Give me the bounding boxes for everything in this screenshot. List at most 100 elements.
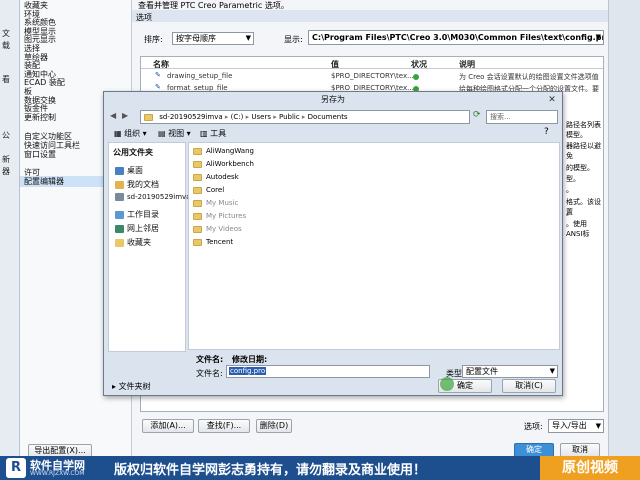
places-pane: 公用文件夹 桌面 我的文档 sd-20190529imva 工作目录 网上邻居 … — [108, 142, 190, 352]
pencil-icon: ✎ — [155, 83, 161, 91]
desc-fragment: 模型。 — [566, 131, 587, 139]
working-dir-icon — [115, 210, 124, 219]
add-button[interactable]: 添加(A)... — [142, 419, 194, 433]
network-icon — [115, 224, 124, 233]
desc-fragment: 。使用ANSI标 — [566, 220, 590, 238]
original-badge: 原创视频 — [540, 456, 640, 480]
desktop-icon — [115, 166, 124, 175]
pencil-icon: ✎ — [155, 71, 161, 79]
watermark-banner: R 软件自学网 WWW.RJZXW.COM 版权归软件自学网彭志勇持有，请勿翻录… — [0, 456, 640, 480]
list-item[interactable]: My Music — [193, 199, 238, 207]
back-icon[interactable]: ◀ — [110, 111, 116, 120]
strip-label: 公 — [2, 131, 10, 140]
place-item[interactable]: 我的文档 — [115, 179, 159, 190]
filename-column-label: 文件名: — [196, 355, 224, 364]
folder-icon — [193, 160, 202, 168]
section-label: 选项 — [136, 13, 152, 22]
computer-icon — [115, 193, 124, 201]
save-as-dialog: 另存为 ✕ ◀ ▶ sd-20190529imva ▸ (C:) ▸ Users… — [103, 91, 563, 396]
breadcrumb-item[interactable]: Users — [251, 113, 271, 121]
folder-icon — [193, 225, 202, 233]
desc-fragment: 。 — [566, 186, 573, 194]
nav-item[interactable]: 窗口设置 — [24, 149, 56, 160]
left-toolbar-strip: 文 载 看 公 新 器 — [0, 0, 20, 456]
file-list: AliWangWang AliWorkbench Autodesk Corel … — [188, 142, 560, 350]
desc-fragment: 器路径以避免 — [566, 142, 601, 160]
place-item[interactable]: sd-20190529imva — [115, 193, 190, 201]
dialog-bottom-bar: 文件名: 修改日期: 文件名: config.pro 类型 配置文件 ▼ ▸ 文件… — [104, 354, 562, 396]
desc-fragment: 型。 — [566, 175, 580, 183]
sort-dropdown[interactable]: 按字母顺序 ▼ — [172, 32, 254, 45]
cursor-highlight — [440, 377, 454, 391]
folder-tree-toggle[interactable]: ▸ 文件夹树 — [112, 381, 151, 392]
find-button[interactable]: 查找(F)... — [198, 419, 250, 433]
desc-fragment: 。 — [566, 209, 573, 217]
type-dropdown[interactable]: 配置文件 ▼ — [462, 365, 558, 378]
logo-icon: R — [6, 458, 26, 478]
chevron-down-icon: ▼ — [595, 33, 601, 41]
place-item[interactable]: 桌面 — [115, 165, 143, 176]
breadcrumb-item[interactable]: Documents — [308, 113, 348, 121]
list-item[interactable]: My Pictures — [193, 212, 246, 220]
dialog-cancel-button[interactable]: 取消(C) — [502, 379, 556, 393]
folder-icon — [144, 113, 153, 121]
tools-menu[interactable]: ▥ 工具 — [200, 128, 226, 139]
list-item[interactable]: My Videos — [193, 225, 242, 233]
dialog-title: 另存为 — [321, 95, 345, 104]
list-item[interactable]: Tencent — [193, 238, 233, 246]
filename-input[interactable]: config.pro — [226, 365, 430, 378]
list-item[interactable]: Autodesk — [193, 173, 239, 181]
chevron-down-icon: ▼ — [245, 34, 251, 42]
folder-icon — [193, 147, 202, 155]
table-row[interactable]: ✎ drawing_setup_file $PRO_DIRECTORY\tex.… — [141, 71, 603, 83]
delete-button[interactable]: 删除(D) — [256, 419, 292, 433]
sort-label: 排序: — [144, 35, 163, 44]
show-label: 显示: — [284, 35, 303, 44]
right-strip — [608, 0, 640, 456]
strip-label: 看 — [2, 75, 10, 84]
organize-menu[interactable]: ▦ 组织 ▾ — [114, 128, 147, 139]
folder-icon — [193, 186, 202, 194]
address-bar[interactable]: sd-20190529imva ▸ (C:) ▸ Users ▸ Public … — [140, 110, 470, 124]
ok-button[interactable]: 确定 — [514, 443, 554, 457]
list-item[interactable]: AliWorkbench — [193, 160, 254, 168]
copyright-notice: 版权归软件自学网彭志勇持有，请勿翻录及商业使用！ — [114, 463, 427, 478]
breadcrumb-item[interactable]: (C:) — [231, 113, 244, 121]
forward-icon[interactable]: ▶ — [122, 111, 128, 120]
help-icon[interactable]: ? — [544, 127, 549, 137]
import-export-dropdown[interactable]: 导入/导出 ▼ — [548, 419, 604, 433]
place-item[interactable]: 网上邻居 — [115, 223, 159, 234]
list-item[interactable]: AliWangWang — [193, 147, 254, 155]
view-menu[interactable]: ▤ 视图 ▾ — [158, 128, 191, 139]
place-item[interactable]: 收藏夹 — [115, 237, 151, 248]
folder-icon — [193, 212, 202, 220]
breadcrumb-item[interactable]: sd-20190529imva — [159, 113, 222, 121]
strip-label: 载 — [2, 41, 10, 50]
places-title: 公用文件夹 — [113, 148, 153, 157]
filename-label: 文件名: — [196, 369, 223, 378]
folder-icon — [193, 238, 202, 246]
dialog-toolbar: ▦ 组织 ▾ ▤ 视图 ▾ ▥ 工具 ? — [108, 126, 560, 142]
strip-label: 新 — [2, 155, 10, 164]
refresh-icon[interactable]: ⟳ — [473, 110, 481, 120]
folder-icon — [193, 199, 202, 207]
strip-label: 器 — [2, 167, 10, 176]
place-item[interactable]: 工作目录 — [115, 209, 159, 220]
show-dropdown[interactable]: C:\Program Files\PTC\Creo 3.0\M030\Commo… — [308, 30, 604, 45]
desc-fragment: 路径名列表 — [566, 121, 601, 129]
search-input[interactable]: 搜索... — [486, 110, 558, 124]
chevron-down-icon: ▼ — [595, 422, 601, 430]
nav-item[interactable]: 更新控制 — [24, 112, 56, 123]
desc-fragment: 的模型。 — [566, 164, 594, 172]
list-item[interactable]: Corel — [193, 186, 224, 194]
chevron-down-icon: ▼ — [549, 367, 555, 375]
options-label: 选项: — [524, 422, 543, 431]
breadcrumb-item[interactable]: Public — [279, 113, 300, 121]
status-ok-icon — [413, 74, 419, 80]
favorites-icon — [115, 238, 124, 247]
modified-column-label: 修改日期: — [232, 355, 268, 364]
cancel-button[interactable]: 取消 — [560, 443, 600, 457]
strip-label: 文 — [2, 29, 10, 38]
site-url: WWW.RJZXW.COM — [30, 470, 85, 477]
close-icon[interactable]: ✕ — [546, 94, 558, 106]
